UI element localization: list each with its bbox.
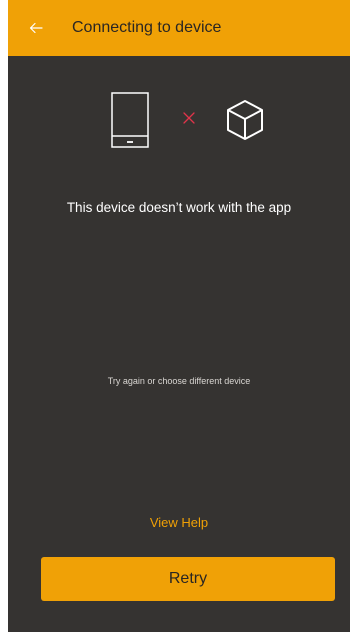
- hint-text: Try again or choose different device: [107, 376, 251, 386]
- arrow-left-icon: [29, 22, 43, 34]
- error-headline: This device doesn’t work with the app: [66, 200, 292, 215]
- view-help-link[interactable]: View Help: [8, 515, 350, 530]
- connection-illustration: [8, 92, 350, 148]
- retry-button[interactable]: Retry: [41, 557, 335, 601]
- tablet-icon: [111, 92, 149, 148]
- screen: Connecting to device This device doesn’t…: [8, 0, 350, 632]
- cross-icon: [183, 112, 195, 124]
- page-title: Connecting to device: [72, 19, 222, 36]
- app-bar: Connecting to device: [8, 0, 350, 56]
- cube-icon: [227, 100, 263, 140]
- back-button[interactable]: [24, 16, 48, 40]
